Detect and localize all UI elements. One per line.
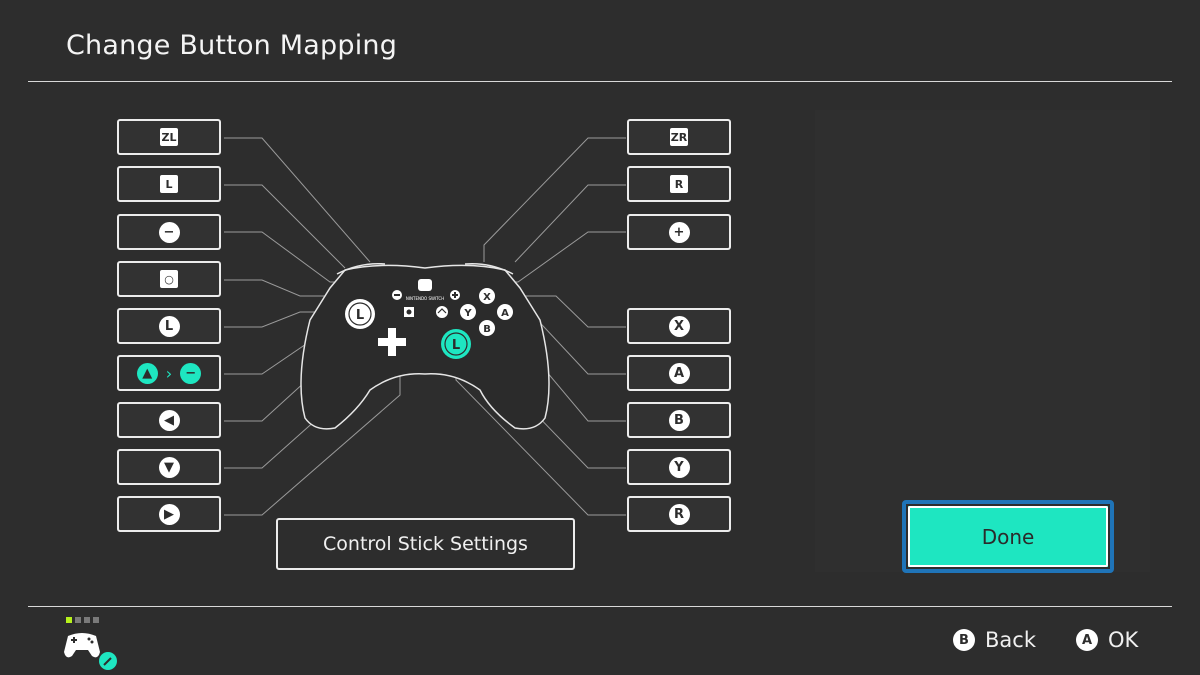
face-b-label: B: [483, 324, 491, 335]
switch-logo-text: NINTENDO SWITCH: [406, 296, 444, 301]
a-mapping-icon: A: [668, 362, 690, 384]
zl-mapping-icon: ZL: [160, 128, 178, 146]
face-x-label: X: [483, 292, 491, 303]
zr-mapping-icon: ZR: [670, 128, 688, 146]
ok-hint[interactable]: A OK: [1076, 628, 1138, 652]
control-stick-settings-button[interactable]: Control Stick Settings: [276, 518, 575, 570]
right-stick-press-mapping-button[interactable]: R: [627, 496, 731, 532]
capture-mapping-icon: ○: [160, 270, 178, 288]
dpad-right-mapping-icon: ▶: [158, 503, 180, 525]
plus-mapping-icon: +: [668, 221, 690, 243]
dpad-up-mapping-icon: ▲: [136, 362, 158, 384]
y-mapping-button[interactable]: Y: [627, 449, 731, 485]
b-mapping-icon: B: [668, 409, 690, 431]
r-mapping-button[interactable]: R: [627, 166, 731, 202]
left-stick-press-mapping-button[interactable]: L: [117, 308, 221, 344]
face-a-label: A: [501, 308, 509, 319]
done-button[interactable]: Done: [902, 500, 1114, 573]
x-mapping-icon: X: [668, 315, 690, 337]
user-indicator: [66, 617, 99, 623]
a-mapping-button[interactable]: A: [627, 355, 731, 391]
remap-target-icon: −: [180, 362, 202, 384]
dpad-left-mapping-button[interactable]: ◀: [117, 402, 221, 438]
left-stick-press-mapping-icon: L: [158, 315, 180, 337]
dpad-left-mapping-icon: ◀: [158, 409, 180, 431]
a-button-icon: A: [1076, 629, 1098, 651]
l-mapping-icon: L: [160, 175, 178, 193]
dpad-down-mapping-button[interactable]: ▼: [117, 449, 221, 485]
plus-mapping-button[interactable]: +: [627, 214, 731, 250]
y-mapping-icon: Y: [668, 456, 690, 478]
x-mapping-button[interactable]: X: [627, 308, 731, 344]
dpad-down-mapping-icon: ▼: [158, 456, 180, 478]
minus-mapping-icon: −: [158, 221, 180, 243]
capture-mapping-button[interactable]: ○: [117, 261, 221, 297]
right-stick-press-mapping-icon: R: [668, 503, 690, 525]
zr-mapping-button[interactable]: ZR: [627, 119, 731, 155]
left-stick-label: L: [356, 308, 364, 323]
b-mapping-button[interactable]: B: [627, 402, 731, 438]
back-label: Back: [985, 628, 1036, 652]
remap-arrow-icon: ›: [165, 363, 173, 383]
done-label: Done: [981, 524, 1035, 549]
b-button-icon: B: [953, 629, 975, 651]
r-mapping-icon: R: [670, 175, 688, 193]
face-y-label: Y: [463, 308, 472, 319]
dpad-up-mapping-button[interactable]: ▲ › −: [117, 355, 221, 391]
back-hint[interactable]: B Back: [953, 628, 1036, 652]
l-mapping-button[interactable]: L: [117, 166, 221, 202]
dpad-right-mapping-button[interactable]: ▶: [117, 496, 221, 532]
ok-label: OK: [1108, 628, 1139, 652]
pro-controller-wrench-icon: [64, 633, 117, 670]
zl-mapping-button[interactable]: ZL: [117, 119, 221, 155]
minus-mapping-button[interactable]: −: [117, 214, 221, 250]
right-stick-label: L: [452, 338, 460, 353]
